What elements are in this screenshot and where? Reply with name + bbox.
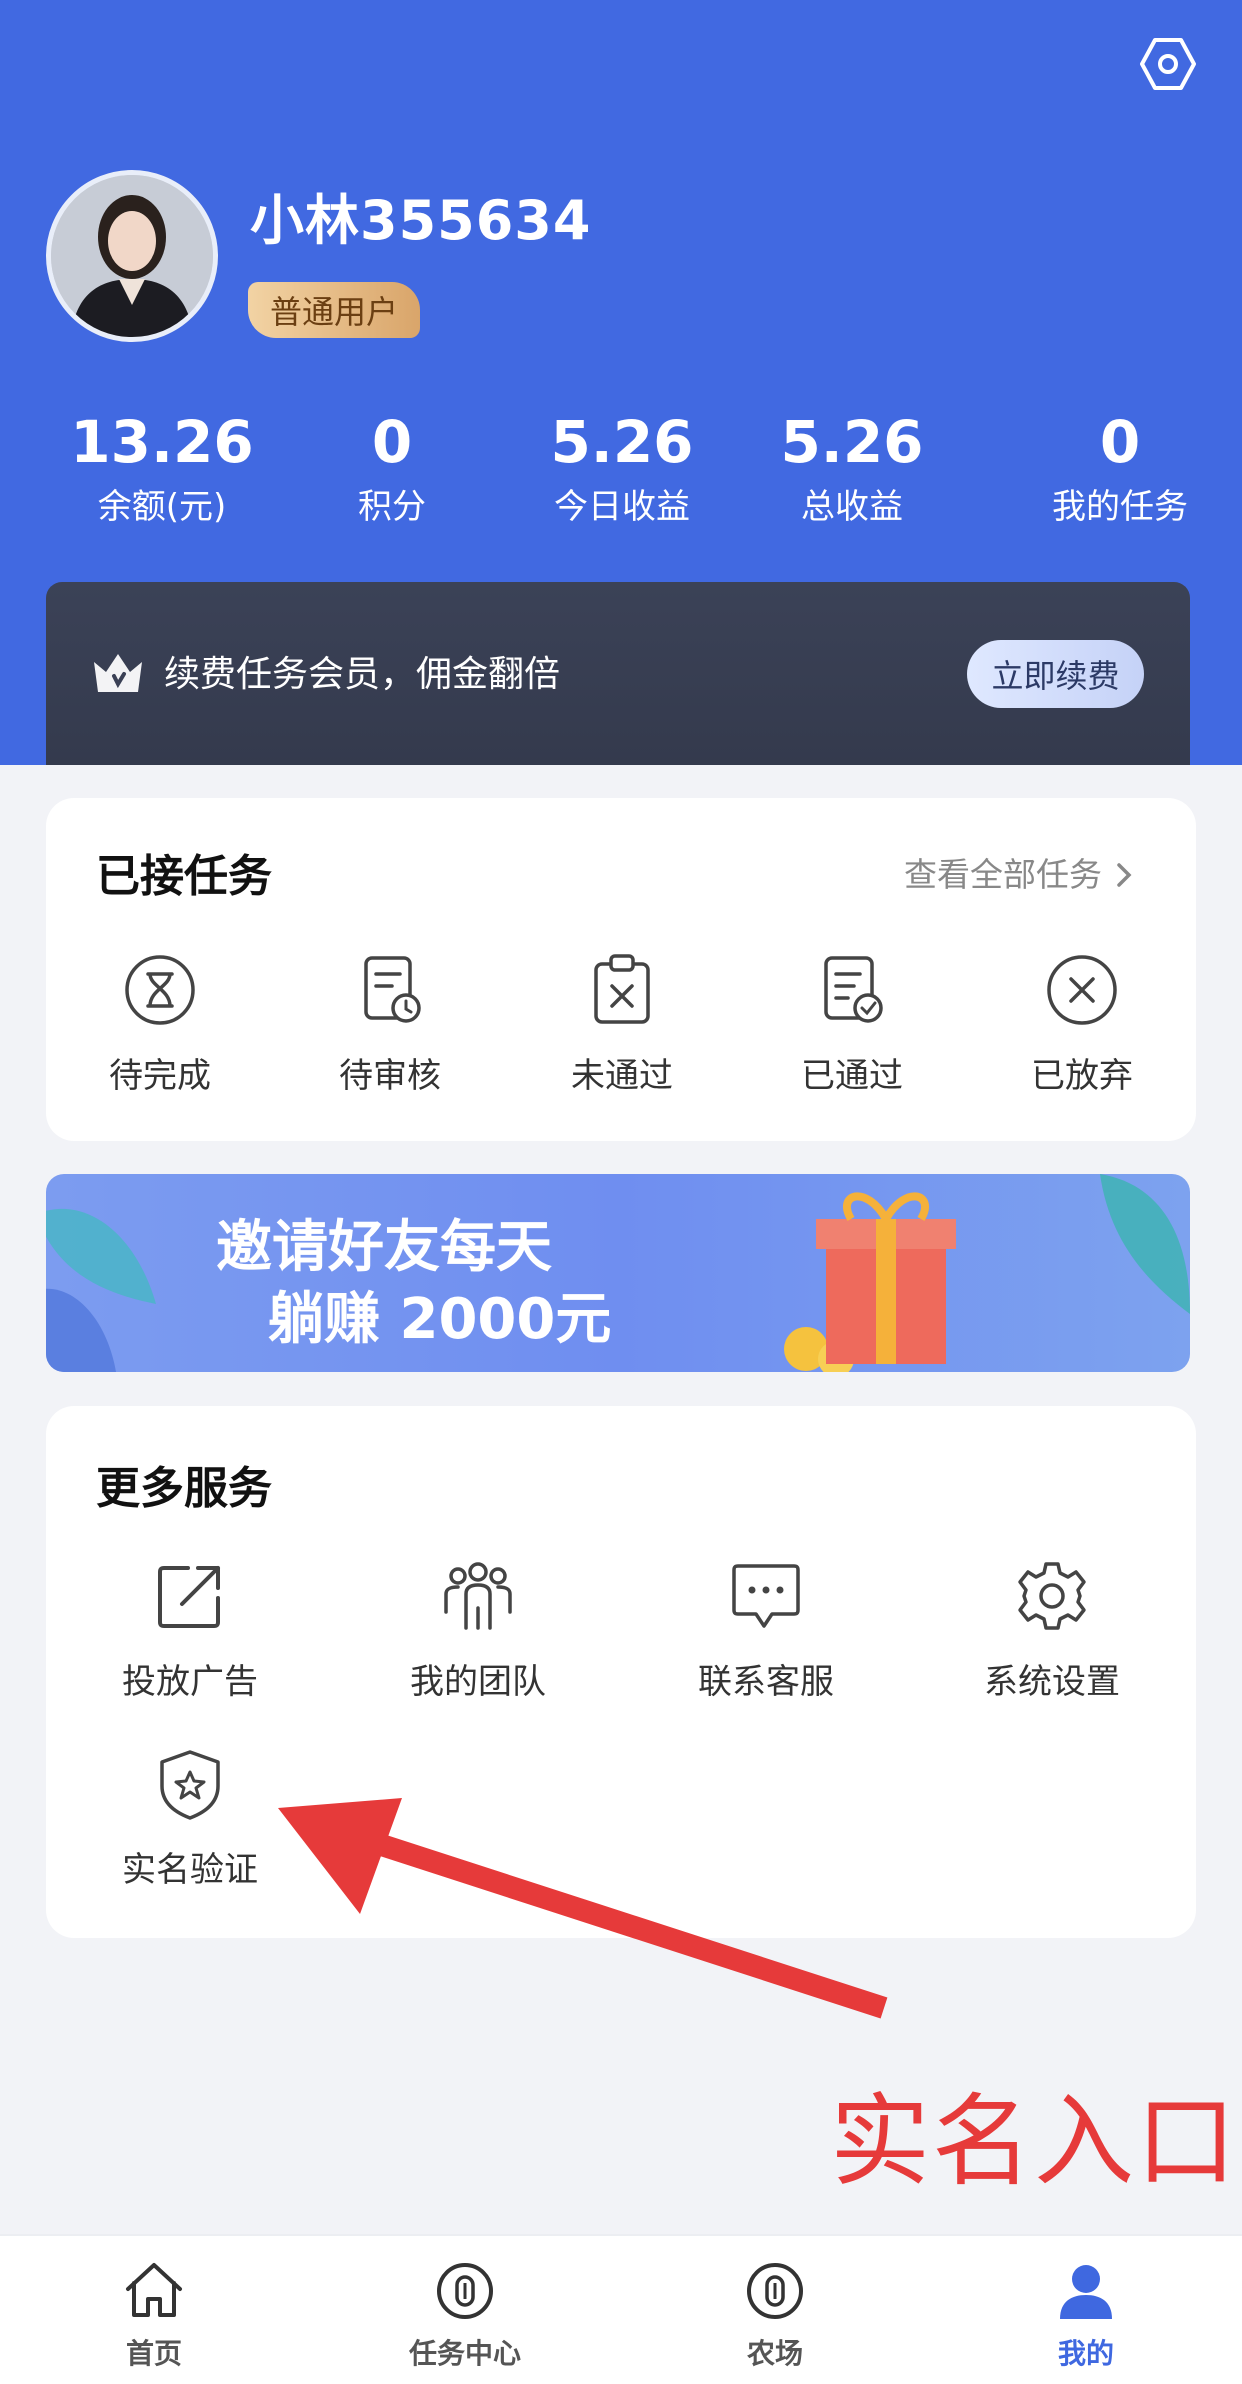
tab-farm[interactable]: 农场 bbox=[675, 2256, 875, 2372]
stat-total-earnings[interactable]: 5.26 总收益 bbox=[742, 406, 962, 532]
tab-label: 农场 bbox=[746, 2337, 803, 2370]
service-label: 我的团队 bbox=[410, 1662, 546, 1702]
service-advertise[interactable]: 投放广告 bbox=[100, 1556, 280, 1703]
task-approved[interactable]: 已通过 bbox=[772, 950, 932, 1097]
stat-value: 13.26 bbox=[70, 408, 254, 476]
gear-icon bbox=[1018, 1562, 1086, 1630]
renew-button[interactable]: 立即续费 bbox=[967, 640, 1144, 708]
service-label: 实名验证 bbox=[122, 1850, 258, 1890]
stat-points[interactable]: 0 积分 bbox=[282, 406, 502, 532]
service-system-settings[interactable]: 系统设置 bbox=[962, 1556, 1142, 1703]
view-all-tasks-link[interactable]: 查看全部任务 bbox=[904, 848, 1135, 896]
task-under-review[interactable]: 待审核 bbox=[310, 950, 470, 1097]
invite-promo-banner[interactable]: 邀请好友每天 躺赚 2000元 bbox=[46, 1174, 1190, 1372]
view-all-label: 查看全部任务 bbox=[904, 855, 1102, 894]
task-label: 待完成 bbox=[109, 1056, 211, 1096]
stat-label: 总收益 bbox=[801, 487, 903, 527]
tab-label: 任务中心 bbox=[408, 2337, 521, 2370]
promo-line-1: 邀请好友每天 bbox=[216, 1215, 552, 1280]
tab-label: 首页 bbox=[125, 2337, 182, 2370]
service-contact-support[interactable]: 联系客服 bbox=[676, 1556, 856, 1703]
service-label: 联系客服 bbox=[698, 1662, 834, 1702]
promo-line-2: 躺赚 2000元 bbox=[268, 1287, 612, 1352]
service-real-name-verification[interactable]: 实名验证 bbox=[100, 1744, 280, 1891]
task-label: 未通过 bbox=[571, 1056, 673, 1096]
bottom-tab-bar: 首页 任务中心 农场 我的 bbox=[0, 2234, 1242, 2384]
coin-icon bbox=[747, 2263, 803, 2319]
stat-value: 0 bbox=[371, 408, 413, 476]
stat-my-tasks[interactable]: 0 我的任务 bbox=[1010, 406, 1230, 532]
stat-balance[interactable]: 13.26 余额(元) bbox=[52, 406, 272, 532]
stat-label: 积分 bbox=[358, 487, 426, 527]
stat-label: 今日收益 bbox=[554, 487, 690, 527]
task-rejected[interactable]: 未通过 bbox=[542, 950, 702, 1097]
service-my-team[interactable]: 我的团队 bbox=[388, 1556, 568, 1703]
task-pending[interactable]: 待完成 bbox=[80, 950, 240, 1097]
stat-value: 0 bbox=[1099, 408, 1141, 476]
document-check-icon bbox=[824, 956, 883, 1023]
avatar-photo bbox=[51, 175, 213, 337]
team-icon bbox=[444, 1562, 512, 1630]
service-label: 投放广告 bbox=[122, 1662, 258, 1702]
task-label: 待审核 bbox=[339, 1056, 441, 1096]
leaf-decoration-right bbox=[1100, 1174, 1190, 1314]
tab-home[interactable]: 首页 bbox=[54, 2256, 254, 2372]
user-level-badge: 普通用户 bbox=[248, 282, 420, 338]
gift-box-illustration bbox=[784, 1192, 956, 1372]
service-label: 系统设置 bbox=[984, 1662, 1120, 1702]
chat-icon bbox=[732, 1564, 800, 1628]
tab-task-center[interactable]: 任务中心 bbox=[365, 2256, 565, 2372]
shield-star-icon bbox=[160, 1750, 220, 1820]
stat-label: 余额(元) bbox=[97, 487, 227, 527]
avatar[interactable] bbox=[46, 170, 218, 342]
task-abandoned[interactable]: 已放弃 bbox=[1002, 950, 1162, 1097]
tab-mine[interactable]: 我的 bbox=[986, 2256, 1186, 2372]
coin-icon bbox=[437, 2263, 493, 2319]
accepted-tasks-title: 已接任务 bbox=[96, 851, 272, 902]
task-label: 已放弃 bbox=[1031, 1056, 1133, 1096]
clipboard-x-icon bbox=[594, 954, 650, 1024]
home-icon bbox=[126, 2263, 182, 2317]
username: 小林355634 bbox=[250, 189, 592, 252]
settings-hex-icon bbox=[1140, 38, 1196, 90]
task-label: 已通过 bbox=[801, 1056, 903, 1096]
leaf-decoration-left bbox=[46, 1209, 156, 1372]
external-link-icon bbox=[158, 1566, 220, 1628]
stat-label: 我的任务 bbox=[1052, 487, 1188, 527]
stat-value: 5.26 bbox=[550, 408, 694, 476]
stat-value: 5.26 bbox=[780, 408, 924, 476]
more-services-title: 更多服务 bbox=[96, 1463, 272, 1514]
document-clock-icon bbox=[364, 956, 421, 1023]
vip-text: 续费任务会员，佣金翻倍 bbox=[164, 654, 561, 695]
circle-x-icon bbox=[1047, 955, 1117, 1025]
tab-label: 我的 bbox=[1057, 2337, 1114, 2370]
hourglass-icon bbox=[125, 955, 195, 1025]
settings-button[interactable] bbox=[1132, 28, 1204, 100]
person-icon bbox=[1060, 2265, 1112, 2319]
stat-today-earnings[interactable]: 5.26 今日收益 bbox=[512, 406, 732, 532]
annotation-label: 实名入口 bbox=[830, 2083, 1238, 2200]
crown-icon bbox=[94, 654, 142, 692]
chevron-right-icon bbox=[1116, 863, 1131, 887]
